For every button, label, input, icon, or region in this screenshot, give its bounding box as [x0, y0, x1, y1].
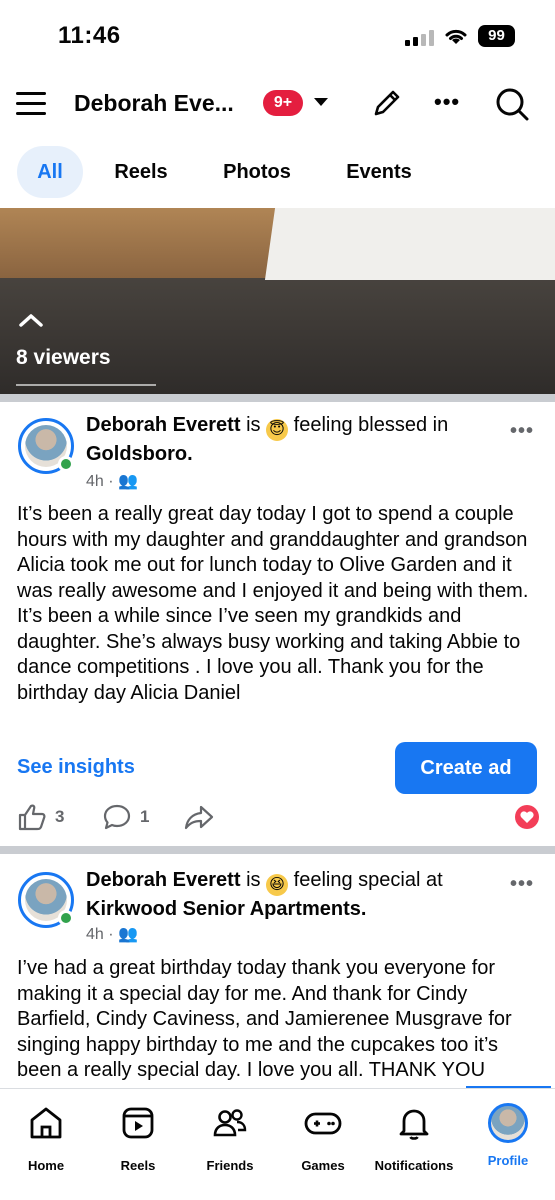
- pencil-icon[interactable]: [370, 86, 404, 120]
- game-controller-icon: [304, 1112, 342, 1135]
- nav-home[interactable]: Home: [0, 1103, 92, 1173]
- post-meta: 4h · 👥: [86, 926, 138, 943]
- post-text: I’ve had a great birthday today thank yo…: [17, 957, 512, 1081]
- tab-photos[interactable]: Photos: [206, 146, 308, 198]
- share-icon: [184, 805, 214, 830]
- location-link[interactable]: Kirkwood Senior Apartments.: [86, 898, 366, 920]
- post-actions: 3 1: [0, 797, 555, 837]
- post-text: It’s been a really great day today I got…: [17, 503, 529, 704]
- cellular-signal-icon: [405, 30, 435, 46]
- like-count: 3: [55, 807, 65, 826]
- nav-profile[interactable]: Profile: [462, 1103, 554, 1168]
- wifi-icon: [445, 29, 467, 44]
- story-progress: [16, 384, 156, 386]
- battery-indicator: 99: [478, 25, 515, 47]
- home-indicator: [0, 1188, 555, 1200]
- like-button[interactable]: 3: [17, 797, 64, 837]
- friends-audience-icon: 👥: [118, 473, 138, 490]
- bell-icon: [399, 1109, 429, 1140]
- post-header: Deborah Everett is 😆 feeling special at …: [86, 869, 443, 920]
- share-button[interactable]: [184, 797, 214, 837]
- menu-icon[interactable]: [16, 90, 46, 116]
- online-status-icon: [58, 456, 74, 472]
- notification-badge[interactable]: 9+: [263, 90, 303, 116]
- post-more-icon[interactable]: •••: [510, 873, 534, 896]
- online-status-icon: [58, 910, 74, 926]
- tab-reels[interactable]: Reels: [100, 146, 182, 198]
- feed-divider: [0, 846, 555, 854]
- author-name[interactable]: Deborah Everett: [86, 869, 241, 891]
- tab-events[interactable]: Events: [330, 146, 428, 198]
- comment-count: 1: [140, 807, 150, 826]
- feeling-emoji-icon: 😆: [266, 874, 289, 896]
- thumbs-up-icon: [18, 804, 46, 831]
- chevron-down-icon[interactable]: [314, 98, 328, 106]
- page-name[interactable]: Deborah Eve...: [74, 90, 234, 117]
- create-ad-button[interactable]: Create ad: [395, 742, 537, 794]
- chevron-up-icon[interactable]: [18, 312, 44, 328]
- see-insights-link[interactable]: See insights: [17, 756, 135, 779]
- search-icon[interactable]: [494, 86, 530, 122]
- author-name[interactable]: Deborah Everett: [86, 414, 241, 436]
- reels-icon: [122, 1107, 154, 1139]
- top-bar: Deborah Eve... 9+ •••: [0, 76, 555, 134]
- profile-avatar: [488, 1103, 528, 1143]
- friends-audience-icon: 👥: [118, 926, 138, 943]
- post-meta: 4h · 👥: [86, 473, 138, 490]
- post-time[interactable]: 4h: [86, 473, 104, 490]
- nav-notifications[interactable]: Notifications: [368, 1103, 460, 1173]
- location-link[interactable]: Goldsboro.: [86, 443, 193, 465]
- post-more-icon[interactable]: •••: [510, 420, 534, 443]
- friends-icon: [213, 1109, 247, 1137]
- nav-games[interactable]: Games: [277, 1103, 369, 1173]
- filter-tabs: All Reels Photos Events: [0, 146, 555, 198]
- story-viewers-count[interactable]: 8 viewers: [16, 346, 111, 370]
- status-bar: 11:46 99: [0, 0, 555, 72]
- feeling-emoji-icon: 😇: [266, 419, 289, 441]
- nav-reels[interactable]: Reels: [92, 1103, 184, 1173]
- feed-divider: [0, 394, 555, 402]
- love-reaction-icon[interactable]: [515, 805, 539, 829]
- status-time: 11:46: [58, 22, 121, 49]
- tab-all[interactable]: All: [17, 146, 83, 198]
- post-header: Deborah Everett is 😇 feeling blessed in …: [86, 414, 449, 465]
- comment-button[interactable]: 1: [102, 797, 149, 837]
- more-options-icon[interactable]: •••: [434, 91, 466, 113]
- nav-friends[interactable]: Friends: [184, 1103, 276, 1173]
- post-time[interactable]: 4h: [86, 926, 104, 943]
- bottom-navigation: Home Reels Friends Games Notifications P…: [0, 1088, 555, 1200]
- home-icon: [30, 1107, 62, 1139]
- comment-icon: [103, 804, 131, 830]
